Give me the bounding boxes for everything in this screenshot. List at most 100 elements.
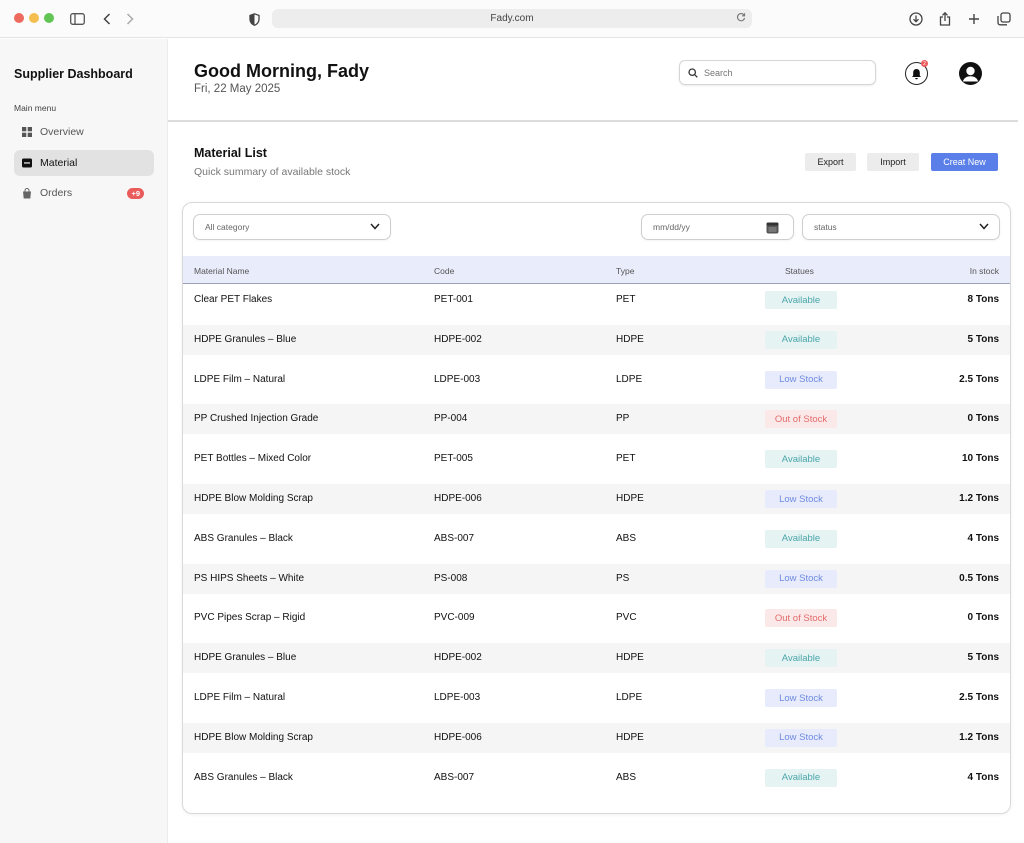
table-row[interactable]: PET Bottles – Mixed Color PET-005 PET Avail… [183, 444, 1010, 474]
column-header-stock[interactable]: In stock [970, 266, 999, 276]
chevron-down-icon [370, 223, 380, 230]
table-row[interactable]: ABS Granules – Black ABS-007 ABS Available 4… [183, 524, 1010, 554]
sidebar-item-label: Material [40, 157, 78, 169]
url-text: Fady.com [490, 13, 534, 24]
column-header-status[interactable]: Statues [785, 266, 814, 276]
stock-cell: 4 Tons [967, 532, 999, 544]
back-icon[interactable] [97, 9, 117, 29]
sidebar-item-label: Orders [40, 187, 73, 199]
table-row[interactable]: Clear PET Flakes PET-001 PET Available 8 Ton… [183, 285, 1010, 315]
stock-cell: 2.5 Tons [959, 692, 999, 703]
status-badge: Available [765, 649, 837, 668]
material-code-cell: LDPE-003 [434, 373, 481, 385]
status-badge: Out of Stock [765, 410, 837, 429]
minimize-window-button[interactable] [29, 13, 39, 23]
status-badge: Available [765, 291, 837, 309]
material-name-cell: ABS Granules – Black [194, 532, 293, 544]
material-type-cell: LDPE [616, 373, 643, 385]
column-header-name[interactable]: Material Name [194, 266, 249, 276]
calendar-icon[interactable] [766, 221, 779, 234]
box-icon [22, 158, 32, 168]
greeting-title: Good Morning, Fady [194, 61, 369, 81]
sidebar: Supplier Dashboard Main menu Overview Ma… [0, 39, 168, 843]
table-row[interactable]: HDPE Blow Molding Scrap HDPE-006 HDPE Low S… [183, 484, 1010, 514]
main-menu-label: Main menu [14, 103, 57, 113]
sidebar-item-material[interactable]: Material [14, 150, 154, 176]
category-select-value: All category [205, 222, 250, 232]
create-new-button[interactable]: Creat New [931, 153, 998, 171]
material-name-cell: HDPE Blow Molding Scrap [194, 731, 313, 743]
bell-icon [912, 68, 921, 79]
table-row[interactable]: HDPE Granules – Blue HDPE-002 HDPE Availabl… [183, 324, 1010, 355]
stock-cell: 1.2 Tons [959, 493, 999, 504]
material-name-cell: HDPE Blow Molding Scrap [194, 493, 313, 504]
material-name-cell: HDPE Granules – Blue [194, 652, 297, 664]
column-header-code[interactable]: Code [434, 266, 454, 276]
shield-icon[interactable] [244, 9, 264, 29]
sidebar-item-overview[interactable]: Overview [14, 119, 154, 145]
share-icon[interactable] [935, 9, 955, 29]
material-code-cell: LDPE-003 [434, 692, 481, 703]
status-badge: Available [765, 529, 837, 548]
material-code-cell: PVC-009 [434, 612, 475, 624]
chevron-down-icon [979, 223, 989, 230]
maximize-window-button[interactable] [44, 13, 54, 23]
section-title: Material List [194, 146, 267, 160]
search-box[interactable] [679, 60, 876, 85]
category-select[interactable]: All category [193, 214, 391, 240]
status-badge: Low Stock [765, 689, 837, 707]
material-type-cell: HDPE [616, 652, 644, 664]
material-type-cell: PET [616, 453, 636, 465]
material-name-cell: PP Crushed Injection Grade [194, 413, 319, 425]
grid-icon [22, 127, 32, 137]
table-row[interactable]: PVC Pipes Scrap – Rigid PVC-009 PVC Out of … [183, 603, 1010, 633]
table-row[interactable]: LDPE Film – Natural LDPE-003 LDPE Low Stock… [183, 683, 1010, 713]
stock-cell: 2.5 Tons [959, 373, 999, 385]
export-button[interactable]: Export [805, 153, 856, 171]
sidebar-title: Supplier Dashboard [14, 67, 133, 81]
material-type-cell: HDPE [616, 731, 644, 743]
material-type-cell: PP [616, 413, 630, 425]
date-input[interactable]: mm/dd/yy [641, 214, 794, 240]
avatar[interactable] [959, 62, 982, 85]
forward-icon[interactable] [120, 9, 140, 29]
stock-cell: 0 Tons [967, 413, 999, 425]
table-row[interactable]: PP Crushed Injection Grade PP-004 PP Out of… [183, 404, 1010, 435]
material-name-cell: PS HIPS Sheets – White [194, 572, 305, 584]
table-row[interactable]: PS HIPS Sheets – White PS-008 PS Low Stock 0… [183, 563, 1010, 594]
material-type-cell: HDPE [616, 493, 644, 504]
status-badge: Available [765, 450, 837, 469]
material-type-cell: PET [616, 294, 636, 305]
status-badge: Out of Stock [765, 609, 837, 628]
sidebar-toggle-icon[interactable] [67, 9, 87, 29]
material-code-cell: HDPE-002 [434, 333, 482, 345]
column-header-type[interactable]: Type [616, 266, 634, 276]
material-type-cell: PVC [616, 612, 637, 624]
new-tab-icon[interactable] [964, 9, 984, 29]
current-date: Fri, 22 May 2025 [194, 83, 281, 95]
search-input[interactable] [704, 67, 864, 78]
material-code-cell: HDPE-006 [434, 731, 482, 743]
stock-cell: 5 Tons [967, 333, 999, 345]
table-row[interactable]: HDPE Blow Molding Scrap HDPE-006 HDPE Low S… [183, 722, 1010, 753]
material-type-cell: ABS [616, 532, 637, 544]
reload-icon[interactable] [736, 12, 746, 25]
table-row[interactable]: LDPE Film – Natural LDPE-003 LDPE Low Stock… [183, 365, 1010, 395]
import-button[interactable]: Import [867, 153, 919, 171]
material-name-cell: HDPE Granules – Blue [194, 333, 297, 345]
stock-cell: 4 Tons [967, 771, 999, 783]
material-name-cell: LDPE Film – Natural [194, 692, 286, 703]
tabs-overview-icon[interactable] [994, 9, 1014, 29]
search-icon [688, 67, 698, 78]
sidebar-item-orders[interactable]: Orders +9 [14, 180, 154, 206]
status-select[interactable]: status [802, 214, 1000, 240]
status-badge: Low Stock [765, 728, 837, 747]
material-code-cell: HDPE-006 [434, 493, 482, 504]
table-row[interactable]: HDPE Granules – Blue HDPE-002 HDPE Availabl… [183, 643, 1010, 674]
table-row[interactable]: ABS Granules – Black ABS-007 ABS Available 4… [183, 763, 1010, 793]
address-bar[interactable]: Fady.com [272, 9, 752, 28]
download-icon[interactable] [906, 9, 926, 29]
material-code-cell: ABS-007 [434, 532, 475, 544]
notification-count-badge: 2 [921, 60, 928, 67]
close-window-button[interactable] [14, 13, 24, 23]
